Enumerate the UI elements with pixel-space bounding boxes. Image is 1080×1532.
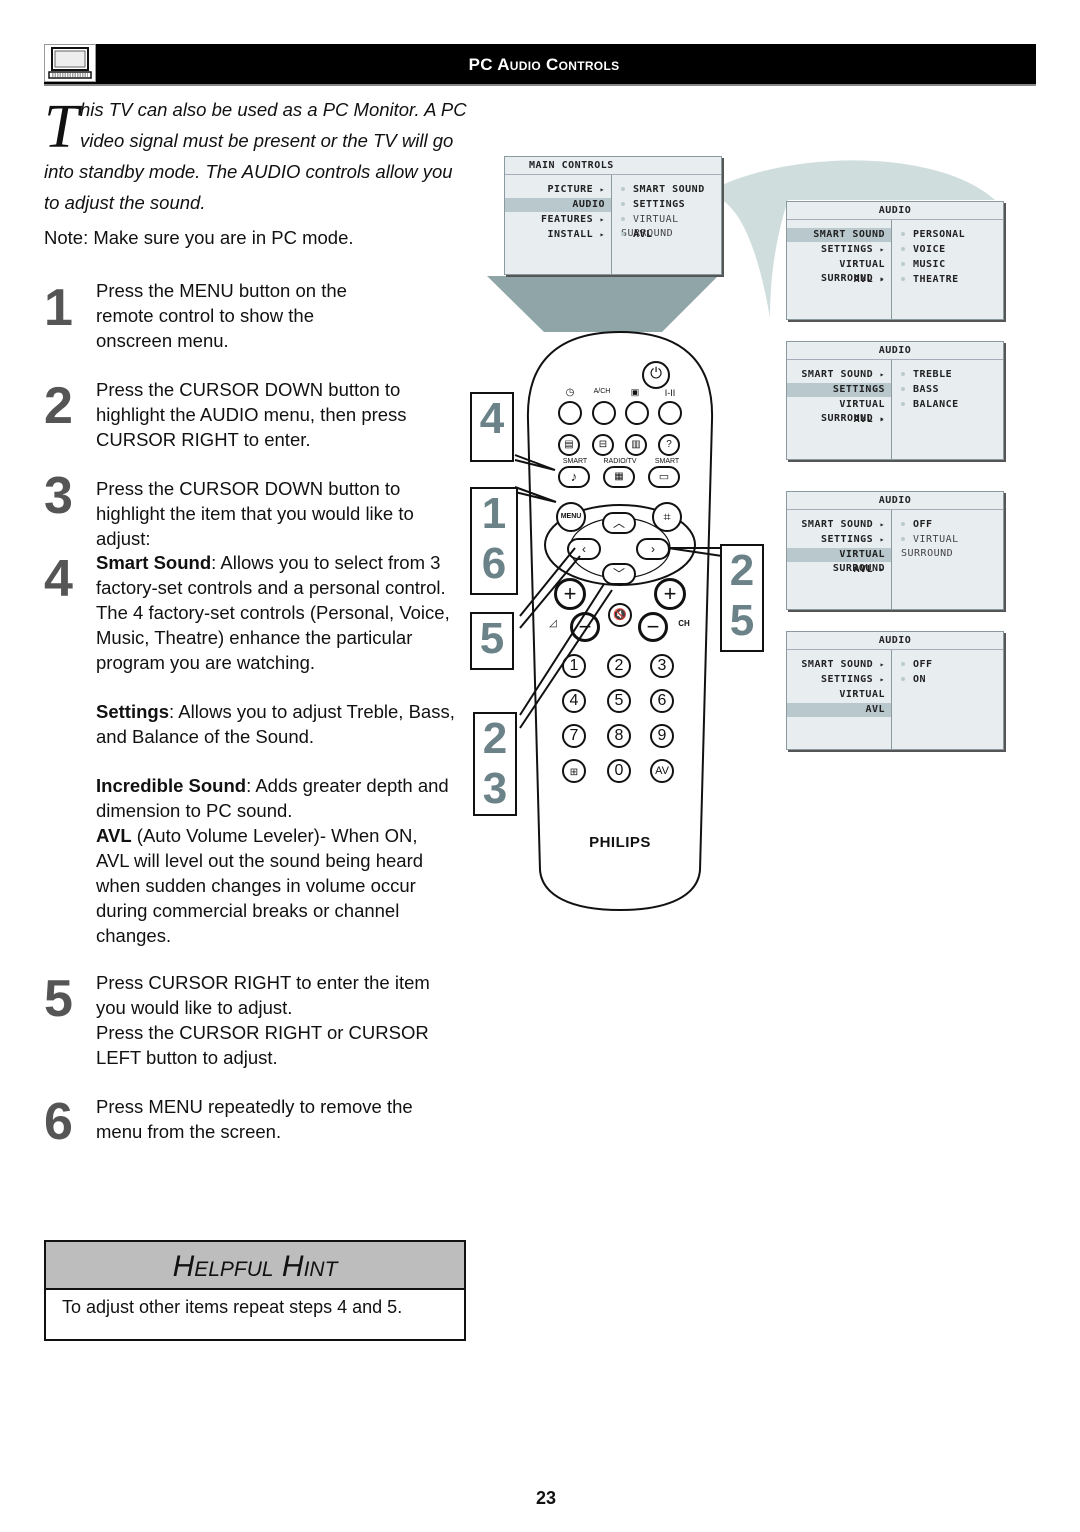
step-line: changes.	[96, 925, 172, 946]
page-number: 23	[535, 1488, 557, 1508]
step-number: 5	[44, 970, 73, 1028]
step-callout-4: 4	[470, 392, 514, 462]
step-line: you would like to adjust.	[96, 997, 293, 1018]
callout-leader-lines	[514, 454, 723, 729]
step-6-text: Press MENU repeatedly to remove the menu…	[96, 1094, 413, 1144]
step-callout-2-5: 2 5	[720, 544, 764, 652]
step-line: Press CURSOR RIGHT to enter the item	[96, 972, 430, 993]
step-5-text: Press CURSOR RIGHT to enter the item you…	[96, 970, 430, 1070]
step-callout-2-3: 2 3	[473, 712, 517, 816]
step-line: Press MENU repeatedly to remove the	[96, 1096, 413, 1117]
helpful-hint-title: Helpful Hint	[44, 1240, 466, 1290]
step-line: LEFT button to adjust.	[96, 1047, 278, 1068]
step-callout-5: 5	[470, 612, 514, 670]
helpful-hint-body: To adjust other items repeat steps 4 and…	[44, 1289, 466, 1341]
step-line: during commercial breaks or channel	[96, 900, 400, 921]
step-line: Press the CURSOR RIGHT or CURSOR	[96, 1022, 429, 1043]
step-callout-1-6: 1 6	[470, 487, 518, 595]
step-line: menu from the screen.	[96, 1121, 282, 1142]
step-number: 6	[44, 1093, 73, 1151]
